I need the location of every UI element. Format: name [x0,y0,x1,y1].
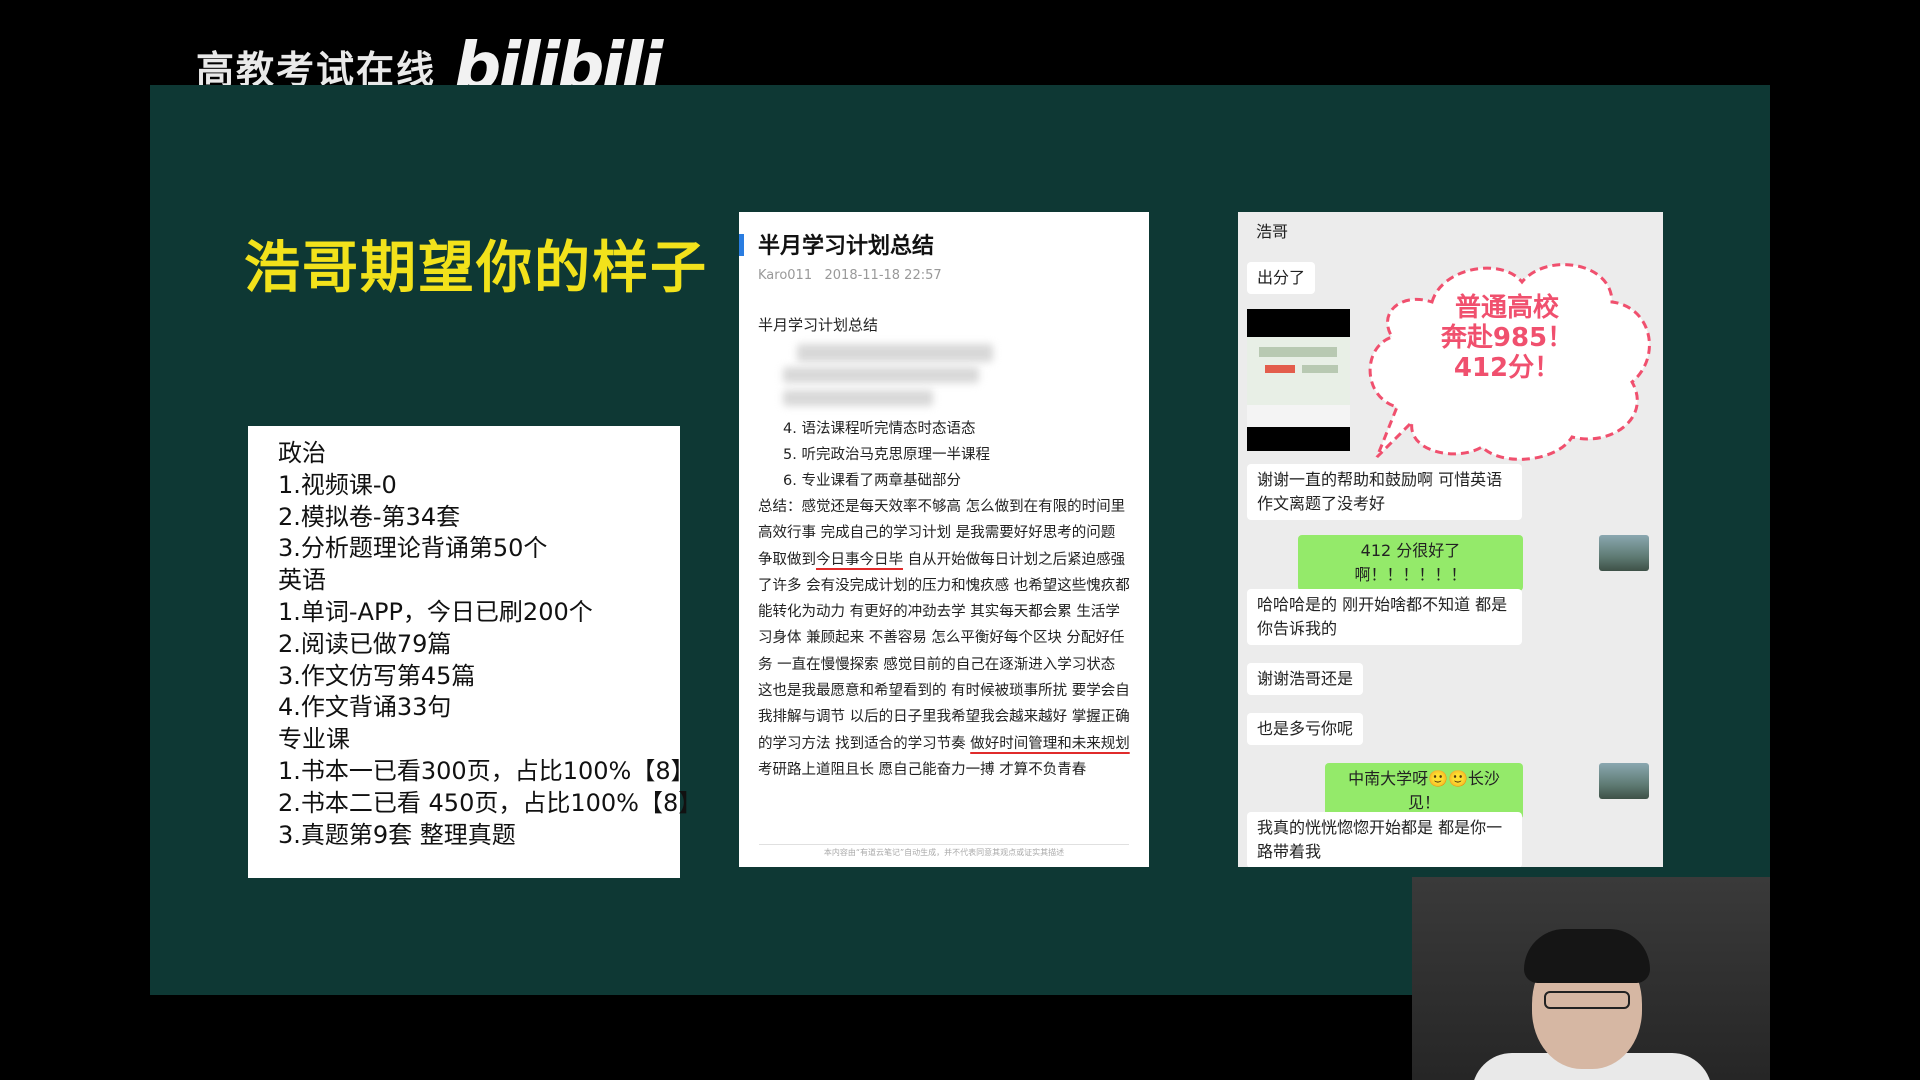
blurred-line [783,367,979,383]
body-text: 自从开始做每日计划之后紧迫感强了许多 会有没完成计划的压力和愧疚感 也希望这些愧… [758,551,1130,752]
note-footer: 本内容由“有道云笔记”自动生成，并不代表同意其观点或证实其描述 [759,844,1129,858]
chat-message: 出分了 [1247,262,1316,294]
chat-message: 谢谢一直的帮助和鼓励啊 可惜英语作文离题了没考好 [1247,464,1522,520]
plan-line: 1.书本一已看300页，占比100%【8】 [278,756,695,785]
summary-note-card: 半月学习计划总结 Karo011 2018-11-18 22:57 半月学习计划… [739,212,1149,867]
note-item: 6. 专业课看了两章基础部分 [783,473,961,489]
note-date: 2018-11-18 22:57 [824,268,942,283]
chat-message-sent: 412 分很好了啊！！！！！！ [1298,535,1523,591]
cloud-text: 普通高校 奔赴985！ 412分！ [1412,293,1602,383]
plan-line: 4.作文背诵33句 [278,693,452,722]
plan-line: 政治 [278,439,326,467]
body-highlight: 做好时间管理和未来规划 [970,735,1130,752]
blurred-line [783,390,933,406]
user-avatar [1599,763,1649,799]
score-screenshot-thumbnail [1247,309,1350,451]
chat-contact-name: 浩哥 [1256,222,1289,241]
note-meta: Karo011 2018-11-18 22:57 [758,268,942,283]
note-body: 总结：感觉还是每天效率不够高 怎么做到在有限的时间里高效行事 完成自己的学习计划… [758,494,1134,783]
plan-line: 1.视频课-0 [278,470,397,499]
body-text: 考研路上道阻且长 愿自己能奋力一搏 才算不负青春 [758,761,1087,778]
plan-line: 专业课 [278,725,350,754]
study-plan-card: 政治 1.视频课-0 2.模拟卷-第34套 3.分析题理论背诵第50个 英语 1… [248,426,703,878]
plan-line: 英语 [278,566,326,595]
title-accent-bar [739,234,744,256]
chat-message: 哈哈哈是的 刚开始啥都不知道 都是你告诉我的 [1247,589,1522,645]
plan-line: 3.真题第9套 整理真题 [278,820,516,849]
cloud-line: 普通高校 [1454,293,1559,323]
plan-line: 2.书本二已看 450页，占比100%【8】 [278,788,703,817]
user-avatar [1599,535,1649,571]
note-item: 4. 语法课程听完情态时态语态 [783,421,976,437]
plan-line: 3.作文仿写第45篇 [278,661,476,690]
chat-message-sent: 中南大学呀🙂🙂长沙见！ [1325,763,1523,819]
plan-line: 1.单词-APP，今日已刷200个 [278,597,593,626]
note-title: 半月学习计划总结 [758,234,935,259]
chat-screenshot-card: 浩哥 出分了 普通高校 奔赴985！ 412分！ 谢谢一直的帮助和鼓励啊 可惜英… [1238,212,1663,867]
blurred-line [797,344,993,362]
cloud-line: 412分！ [1453,353,1561,383]
presentation-slide: 浩哥期望你的样子 政治 1.视频课-0 2.模拟卷-第34套 3.分析题理论背诵… [150,85,1770,995]
cloud-line: 奔赴985！ [1440,323,1574,353]
note-author: Karo011 [758,268,813,283]
chat-message: 谢谢浩哥还是 [1247,663,1364,695]
presenter-webcam [1412,877,1770,1080]
slide-headline: 浩哥期望你的样子 [244,236,708,301]
chat-message: 我真的恍恍惚惚开始都是 都是你一路带着我 [1247,812,1522,867]
plan-line: 2.阅读已做79篇 [278,629,452,658]
speech-cloud-sticker: 普通高校 奔赴985！ 412分！ [1362,247,1658,482]
chat-message: 也是多亏你呢 [1247,713,1364,745]
plan-line: 3.分析题理论背诵第50个 [278,534,548,563]
note-item: 5. 听完政治马克思原理一半课程 [783,447,990,463]
body-highlight: 今日事今日毕 [816,551,903,568]
note-subtitle: 半月学习计划总结 [758,316,879,334]
plan-line: 2.模拟卷-第34套 [278,502,461,531]
